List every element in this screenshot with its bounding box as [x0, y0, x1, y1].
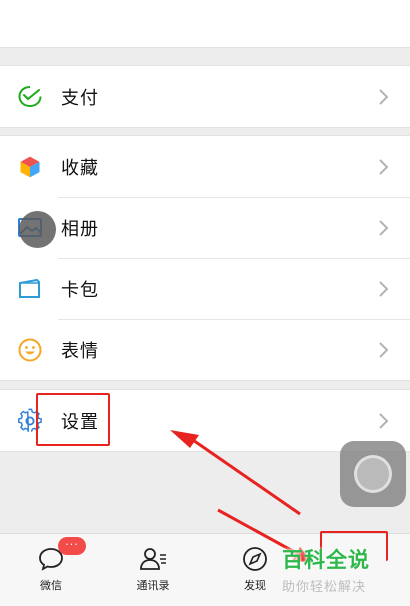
menu-item-label: 相册 — [61, 218, 99, 240]
menu-item-stickers[interactable]: 表情 — [0, 319, 410, 380]
menu-item-favorites[interactable]: 收藏 — [0, 136, 410, 197]
profile-card-partial[interactable] — [0, 0, 410, 48]
menu-item-label: 卡包 — [61, 279, 99, 301]
menu-item-pay[interactable]: 支付 — [0, 66, 410, 127]
tab-chats[interactable]: 微信 — [0, 534, 102, 606]
menu-item-album[interactable]: 相册 — [0, 197, 410, 258]
menu-item-label: 收藏 — [61, 157, 99, 179]
unread-badge: ··· — [58, 537, 86, 555]
chevron-right-icon — [379, 412, 389, 429]
chevron-right-icon — [379, 88, 389, 105]
assistive-touch-ring — [354, 455, 392, 493]
watermark-logo: 百科全说 助你轻松解决 — [282, 544, 400, 602]
chevron-right-icon — [379, 219, 389, 236]
smiley-icon — [17, 337, 43, 363]
watermark-subtitle: 助你轻松解决 — [282, 580, 367, 595]
favorites-cube-icon — [17, 154, 43, 180]
menu-item-cards[interactable]: 卡包 — [0, 258, 410, 319]
tab-label: 微信 — [40, 579, 62, 592]
menu-group-collections: 收藏 相册 卡包 表情 — [0, 135, 410, 381]
watermark-title: 百科全说 — [282, 548, 370, 572]
menu-item-label: 支付 — [61, 87, 99, 109]
chevron-right-icon — [379, 280, 389, 297]
tab-label: 通讯录 — [136, 579, 170, 592]
menu-item-label: 表情 — [61, 340, 99, 362]
assistive-touch-button[interactable] — [340, 441, 406, 507]
compass-icon — [240, 544, 270, 574]
touch-indicator — [19, 211, 56, 248]
pay-icon — [17, 84, 43, 110]
card-wallet-icon — [17, 276, 43, 302]
chevron-right-icon — [379, 341, 389, 358]
contacts-icon — [138, 544, 168, 574]
chevron-right-icon — [379, 158, 389, 175]
menu-group-pay: 支付 — [0, 65, 410, 128]
tab-contacts[interactable]: 通讯录 — [102, 534, 204, 606]
tab-label: 发现 — [244, 579, 266, 592]
annotation-box-settings — [36, 393, 110, 446]
